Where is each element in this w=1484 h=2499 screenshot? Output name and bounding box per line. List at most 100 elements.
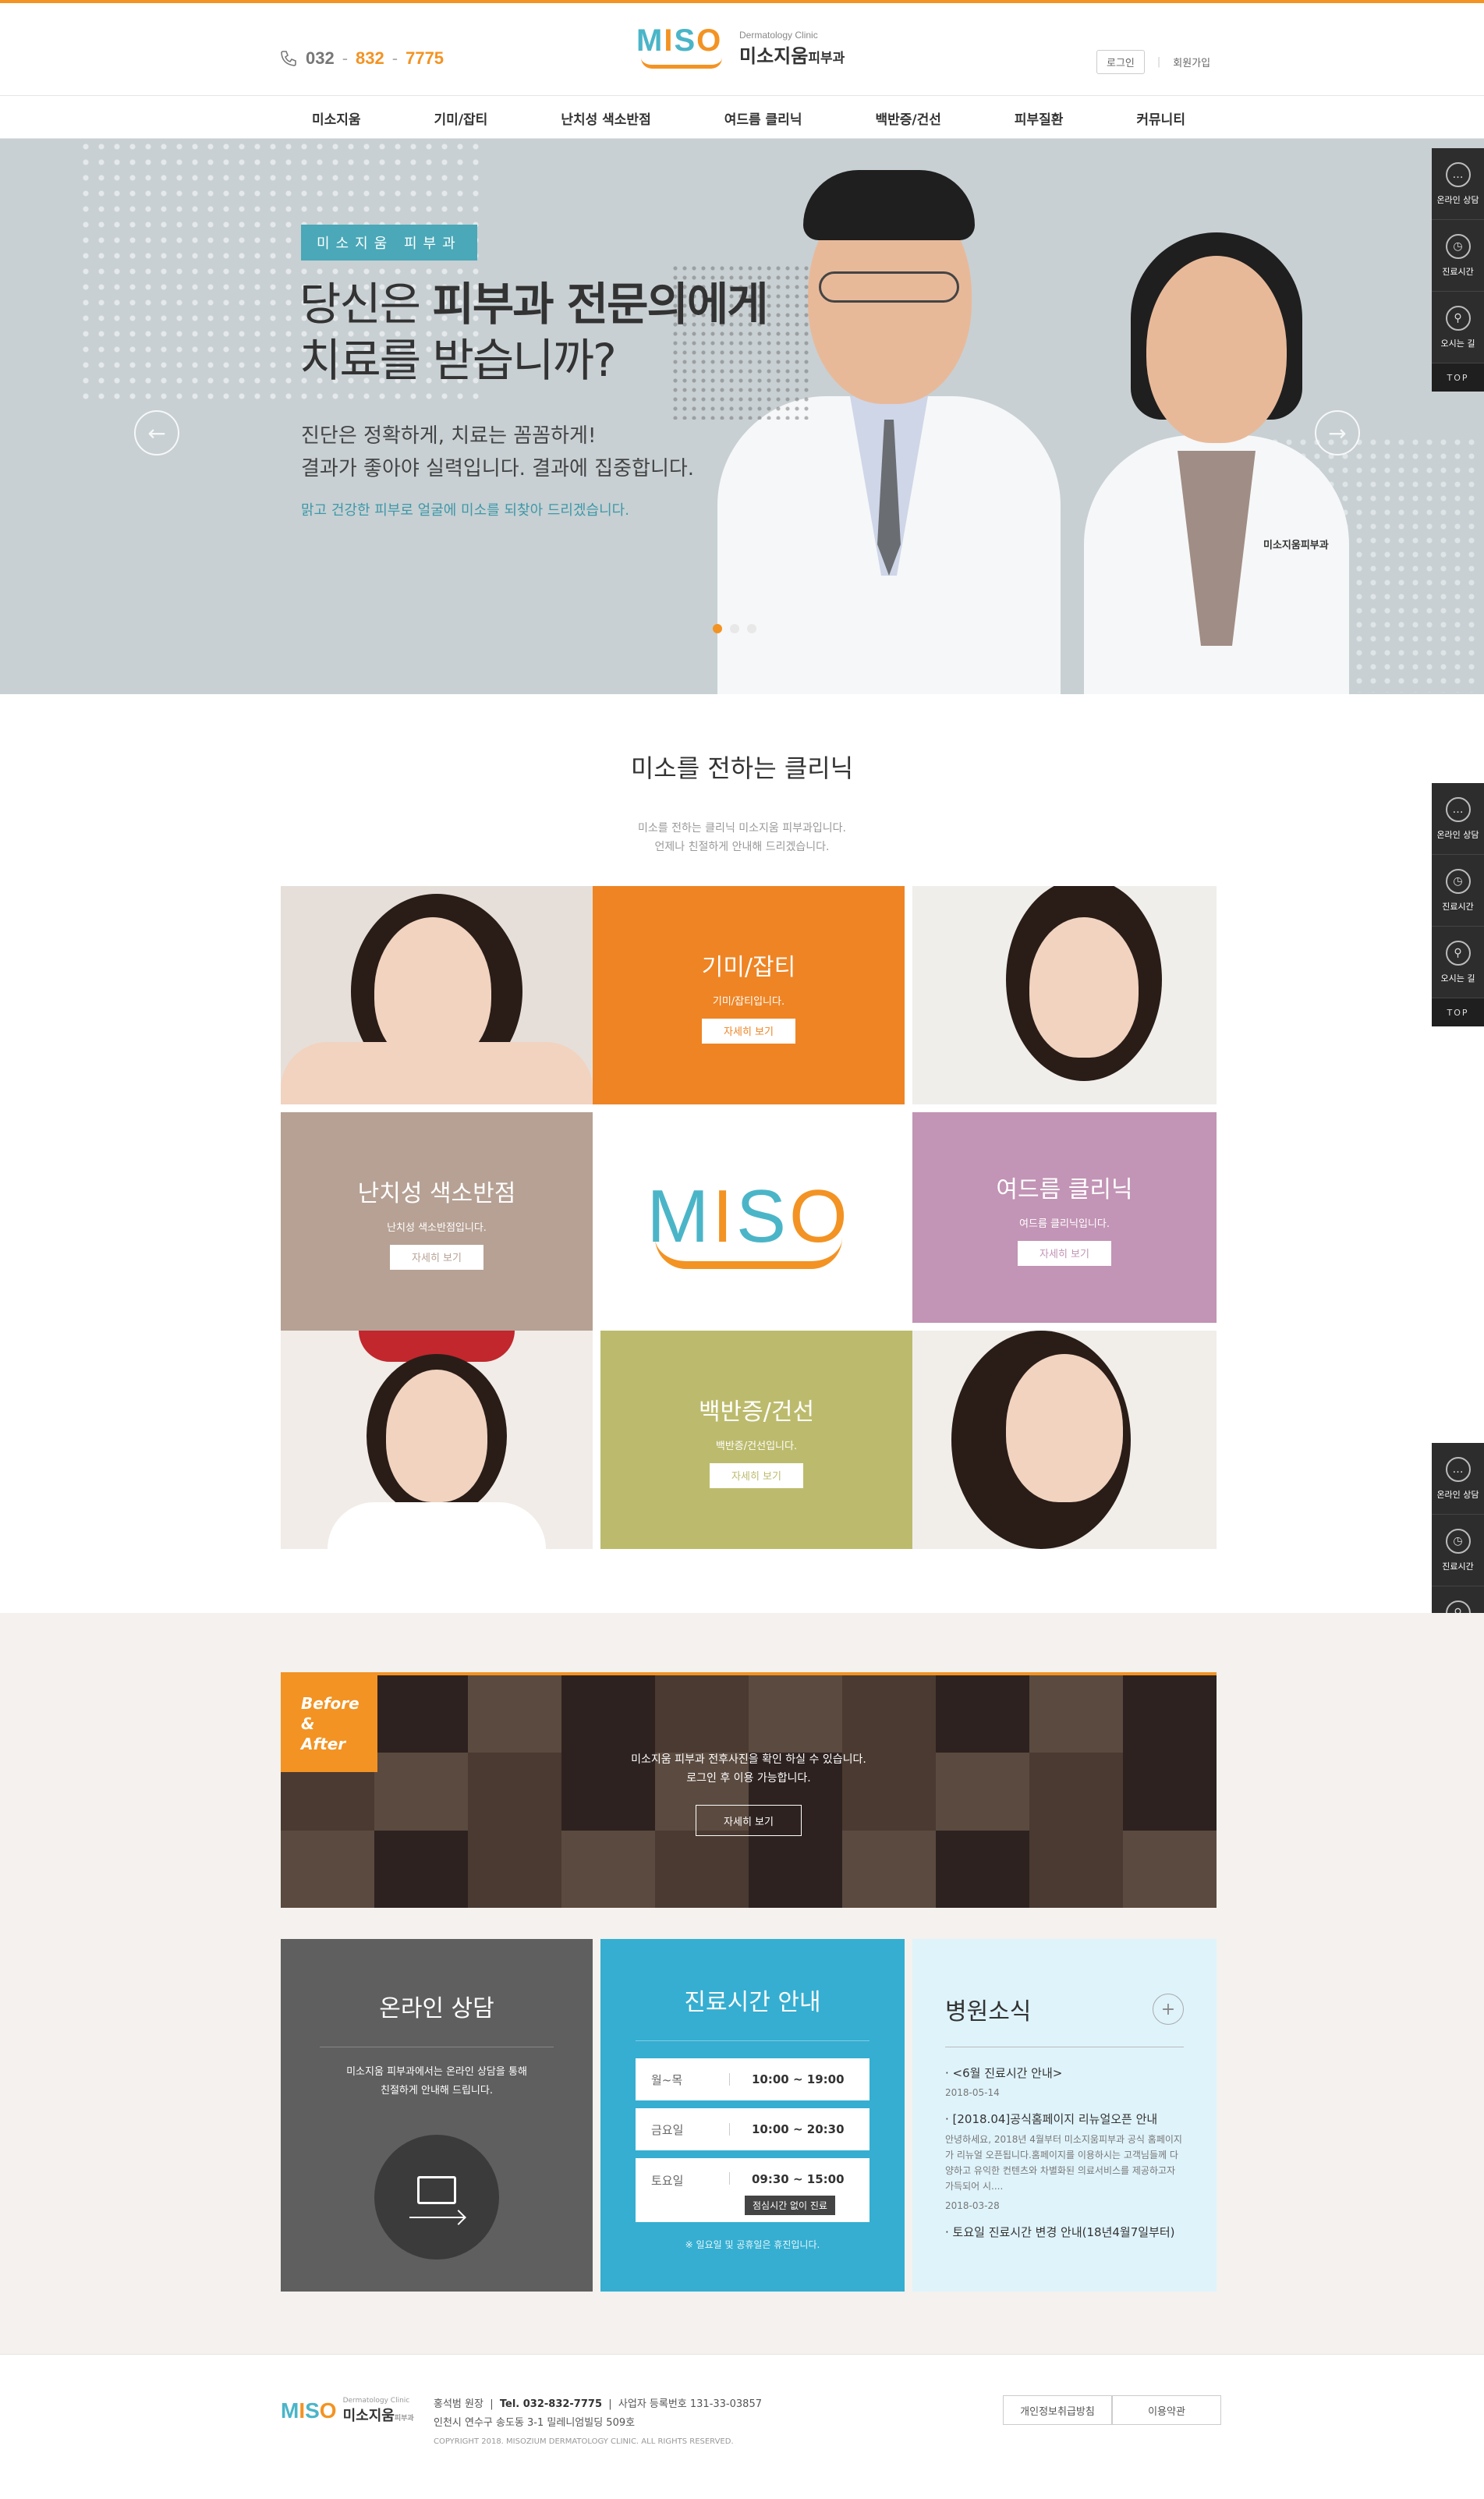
news-date: 2018-03-28 xyxy=(945,2200,1000,2211)
nav-item-acne[interactable]: 여드름 클리닉 xyxy=(724,108,802,128)
clinic-card-acne[interactable]: 여드름 클리닉 여드름 클리닉입니다. 자세히 보기 xyxy=(912,1112,1217,1323)
divider xyxy=(729,2172,730,2185)
nav-item-community[interactable]: 커뮤니티 xyxy=(1136,108,1185,128)
nav-item-pigment[interactable]: 난치성 색소반점 xyxy=(561,108,650,128)
quick-label: 온라인 상담 xyxy=(1436,194,1479,205)
scroll-top-button[interactable]: TOP xyxy=(1432,998,1484,1026)
clock-icon: ◷ xyxy=(1445,1528,1471,1554)
hours-day: 금요일 xyxy=(651,2122,684,2137)
footer-logo: MISO Dermatology Clinic 미소지움피부과 xyxy=(281,2397,414,2425)
map-pin-icon: ⚲ xyxy=(1445,305,1471,331)
quick-label: 진료시간 xyxy=(1442,266,1474,277)
quick-hours[interactable]: ◷ 진료시간 xyxy=(1432,220,1484,292)
map-pin-icon: ⚲ xyxy=(1445,940,1471,966)
model-photo xyxy=(912,886,1217,1104)
monitor-icon xyxy=(417,2176,456,2204)
more-button[interactable]: 자세히 보기 xyxy=(710,1462,803,1488)
doctor-hair xyxy=(803,170,975,240)
quick-online-counsel[interactable]: … 온라인 상담 xyxy=(1432,1443,1484,1515)
hero-title-part: 치료를 받습니까? xyxy=(299,334,617,387)
miso-logo-card: MISO xyxy=(593,1112,905,1331)
hero-title: 당신은 피부과 전문의에게 치료를 받습니까? xyxy=(299,276,769,388)
hours-note: 점심시간 없이 진료 xyxy=(745,2196,835,2215)
nav-item-melasma[interactable]: 기미/잡티 xyxy=(434,108,488,128)
quick-label: 온라인 상담 xyxy=(1436,1489,1479,1500)
clinic-card-pigment[interactable]: 난치성 색소반점 난치성 색소반점입니다. 자세히 보기 xyxy=(281,1112,593,1331)
hours-time: 10:00 ~ 19:00 xyxy=(752,2072,845,2086)
footer-director: 홍석범 원장 xyxy=(434,2398,483,2410)
hours-row: 월~목 10:00 ~ 19:00 xyxy=(636,2058,870,2100)
footer-copyright: COPYRIGHT 2018. MISOZIUM DERMATOLOGY CLI… xyxy=(434,2437,734,2446)
quick-online-counsel[interactable]: … 온라인 상담 xyxy=(1432,148,1484,220)
scroll-top-button[interactable]: TOP xyxy=(1432,363,1484,392)
hero-line: 결과가 좋아야 실력입니다. 결과에 집중합니다. xyxy=(301,457,695,480)
card-title: 기미/잡티 xyxy=(701,953,796,981)
hours-row: 금요일 10:00 ~ 20:30 xyxy=(636,2108,870,2150)
news-title[interactable]: · [2018.04]공식홈페이지 리뉴얼오픈 안내 xyxy=(945,2111,1184,2127)
more-button[interactable]: 자세히 보기 xyxy=(1018,1240,1111,1266)
logo-mark: MISO xyxy=(636,23,728,73)
model-photo xyxy=(281,1331,593,1549)
clinic-card-vitiligo[interactable]: 백반증/건선 백반증/건선입니다. 자세히 보기 xyxy=(600,1331,912,1549)
nav-item-skin-disease[interactable]: 피부질환 xyxy=(1015,108,1064,128)
footer-logo-suffix: 피부과 xyxy=(394,2415,414,2423)
before-after-banner: Before & After 미소지움 피부과 전후사진을 확인 하실 수 있습… xyxy=(281,1672,1217,1908)
news-item[interactable]: · 토요일 진료시간 변경 안내(18년4월7일부터) xyxy=(945,2224,1184,2240)
online-counsel-box[interactable]: 온라인 상담 미소지움 피부과에서는 온라인 상담을 통해 친절하게 안내해 드… xyxy=(281,1939,593,2292)
model-face xyxy=(1029,917,1139,1058)
doctor-glasses xyxy=(819,271,959,303)
before-after-tiles xyxy=(281,1675,1217,1908)
nav-item-vitiligo[interactable]: 백반증/건선 xyxy=(875,108,940,128)
plus-icon[interactable]: + xyxy=(1153,1994,1184,2025)
news-item[interactable]: · <6월 진료시간 안내> 2018-05-14 xyxy=(945,2065,1184,2098)
slide-dot[interactable] xyxy=(730,624,739,633)
join-link[interactable]: 회원가입 xyxy=(1173,55,1210,69)
ba-line: 로그인 후 이용 가능합니다. xyxy=(686,1772,811,1785)
quick-directions[interactable]: ⚲ 오시는 길 xyxy=(1432,292,1484,363)
privacy-policy-button[interactable]: 개인정보취급방침 xyxy=(1003,2395,1112,2425)
news-title[interactable]: · <6월 진료시간 안내> xyxy=(945,2065,1184,2081)
counsel-circle-button[interactable] xyxy=(374,2135,499,2260)
more-button[interactable]: 자세히 보기 xyxy=(390,1244,483,1270)
clinic-desc-line: 언제나 친절하게 안내해 드리겠습니다. xyxy=(654,841,830,853)
clock-icon: ◷ xyxy=(1445,868,1471,894)
model-face xyxy=(386,1370,487,1502)
footer-logo-mark: MISO xyxy=(281,2398,337,2423)
box-title: 온라인 상담 xyxy=(379,1995,494,2022)
arrow-right-icon xyxy=(409,2217,464,2218)
hero-banner: 미소지움피부과 미소지움 피부과 당신은 피부과 전문의에게 치료를 받습니까?… xyxy=(0,139,1484,694)
news-title[interactable]: · 토요일 진료시간 변경 안내(18년4월7일부터) xyxy=(945,2224,1184,2240)
hero-subtext: 맑고 건강한 피부로 얼굴에 미소를 되찾아 드리겠습니다. xyxy=(301,502,629,519)
hours-time: 10:00 ~ 20:30 xyxy=(752,2122,845,2136)
slide-dot[interactable] xyxy=(747,624,756,633)
model-face xyxy=(1006,1354,1123,1502)
phone-part-3: 7775 xyxy=(406,48,444,68)
logo-letter: I xyxy=(664,23,675,58)
card-text: 백반증/건선입니다. xyxy=(715,1440,798,1452)
hero-badge: 미소지움 피부과 xyxy=(301,225,477,261)
news-item[interactable]: · [2018.04]공식홈페이지 리뉴얼오픈 안내 안녕하세요, 2018년 … xyxy=(945,2111,1184,2211)
next-slide-button[interactable]: → xyxy=(1315,410,1360,455)
quick-hours[interactable]: ◷ 진료시간 xyxy=(1432,855,1484,927)
model-top xyxy=(328,1502,546,1549)
nav-item-misozium[interactable]: 미소지움 xyxy=(312,108,361,128)
before-after-button[interactable]: 자세히 보기 xyxy=(696,1805,802,1836)
clinic-section-desc: 미소를 전하는 클리닉 미소지움 피부과입니다. 언제나 친절하게 안내해 드리… xyxy=(0,819,1484,856)
quick-hours[interactable]: ◷ 진료시간 xyxy=(1432,1515,1484,1586)
site-logo[interactable]: MISO Dermatology Clinic 미소지움피부과 xyxy=(636,23,845,73)
quick-directions[interactable]: ⚲ 오시는 길 xyxy=(1432,927,1484,998)
more-button[interactable]: 자세히 보기 xyxy=(702,1018,795,1044)
prev-slide-button[interactable]: ← xyxy=(134,410,179,455)
logo-name: 미소지움피부과 xyxy=(739,41,845,68)
logo-letter: M xyxy=(281,2398,299,2423)
footer-biz-number: 사업자 등록번호 131-33-03857 xyxy=(618,2398,762,2410)
phone-part-2: 832 xyxy=(356,48,384,68)
phone-dash: - xyxy=(391,48,398,68)
hero-line: 진단은 정확하게, 치료는 꼼꼼하게! xyxy=(301,424,597,448)
slide-dot[interactable] xyxy=(713,624,722,633)
news-body: 안녕하세요, 2018년 4월부터 미소지움피부과 공식 홈페이지가 리뉴얼 오… xyxy=(945,2134,1182,2192)
clinic-card-melasma[interactable]: 기미/잡티 기미/잡티입니다. 자세히 보기 xyxy=(593,886,905,1104)
terms-button[interactable]: 이용약관 xyxy=(1112,2395,1221,2425)
login-button[interactable]: 로그인 xyxy=(1096,50,1145,74)
footer-tel: Tel. 032-832-7775 xyxy=(499,2398,602,2410)
